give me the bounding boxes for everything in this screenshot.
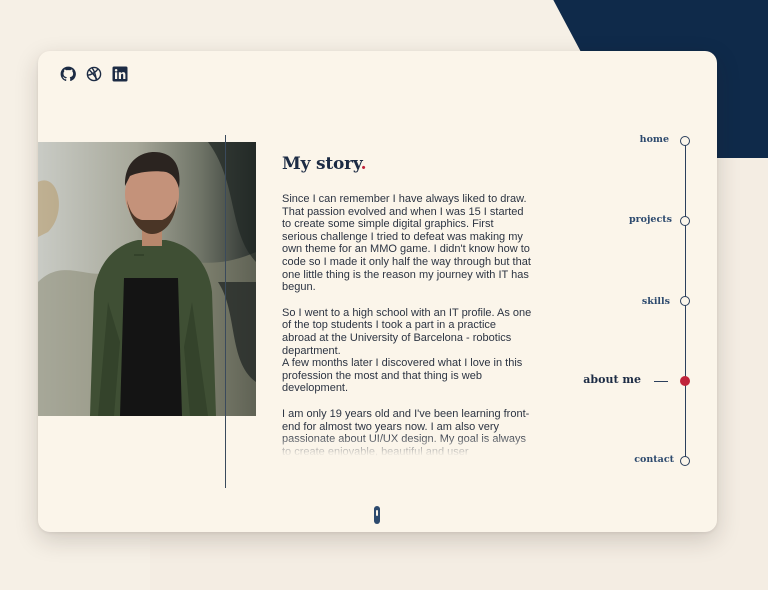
nav-item-contact[interactable]: contact (634, 454, 674, 465)
photo-divider-line (225, 135, 226, 488)
social-links (60, 66, 128, 82)
story-paragraph-3: I am only 19 years old and I've been lea… (282, 407, 530, 456)
nav-dot-about-me[interactable] (680, 376, 690, 386)
story-paragraph-2: So I went to a high school with an IT pr… (282, 306, 532, 395)
nav-dot-home[interactable] (680, 136, 690, 146)
nav-active-dash (654, 381, 668, 382)
nav-item-about-me[interactable]: about me (583, 373, 641, 386)
nav-item-projects[interactable]: projects (629, 214, 672, 225)
nav-item-home[interactable]: home (640, 134, 669, 145)
nav-dot-projects[interactable] (680, 216, 690, 226)
github-icon[interactable] (60, 66, 76, 82)
scroll-indicator[interactable] (374, 506, 380, 524)
story-fade-container: I am only 19 years old and I've been lea… (282, 408, 532, 456)
story-title: My story. (282, 154, 367, 174)
title-accent-dot: . (360, 154, 367, 174)
dribbble-icon[interactable] (86, 66, 102, 82)
nav-item-skills[interactable]: skills (642, 296, 670, 307)
about-card: My story. Since I can remember I have al… (38, 51, 717, 532)
linkedin-icon[interactable] (112, 66, 128, 82)
nav-dot-contact[interactable] (680, 456, 690, 466)
nav-dot-skills[interactable] (680, 296, 690, 306)
portrait-photo (38, 142, 256, 416)
story-paragraph-1: Since I can remember I have always liked… (282, 193, 531, 294)
story-section: My story. Since I can remember I have al… (282, 154, 532, 456)
